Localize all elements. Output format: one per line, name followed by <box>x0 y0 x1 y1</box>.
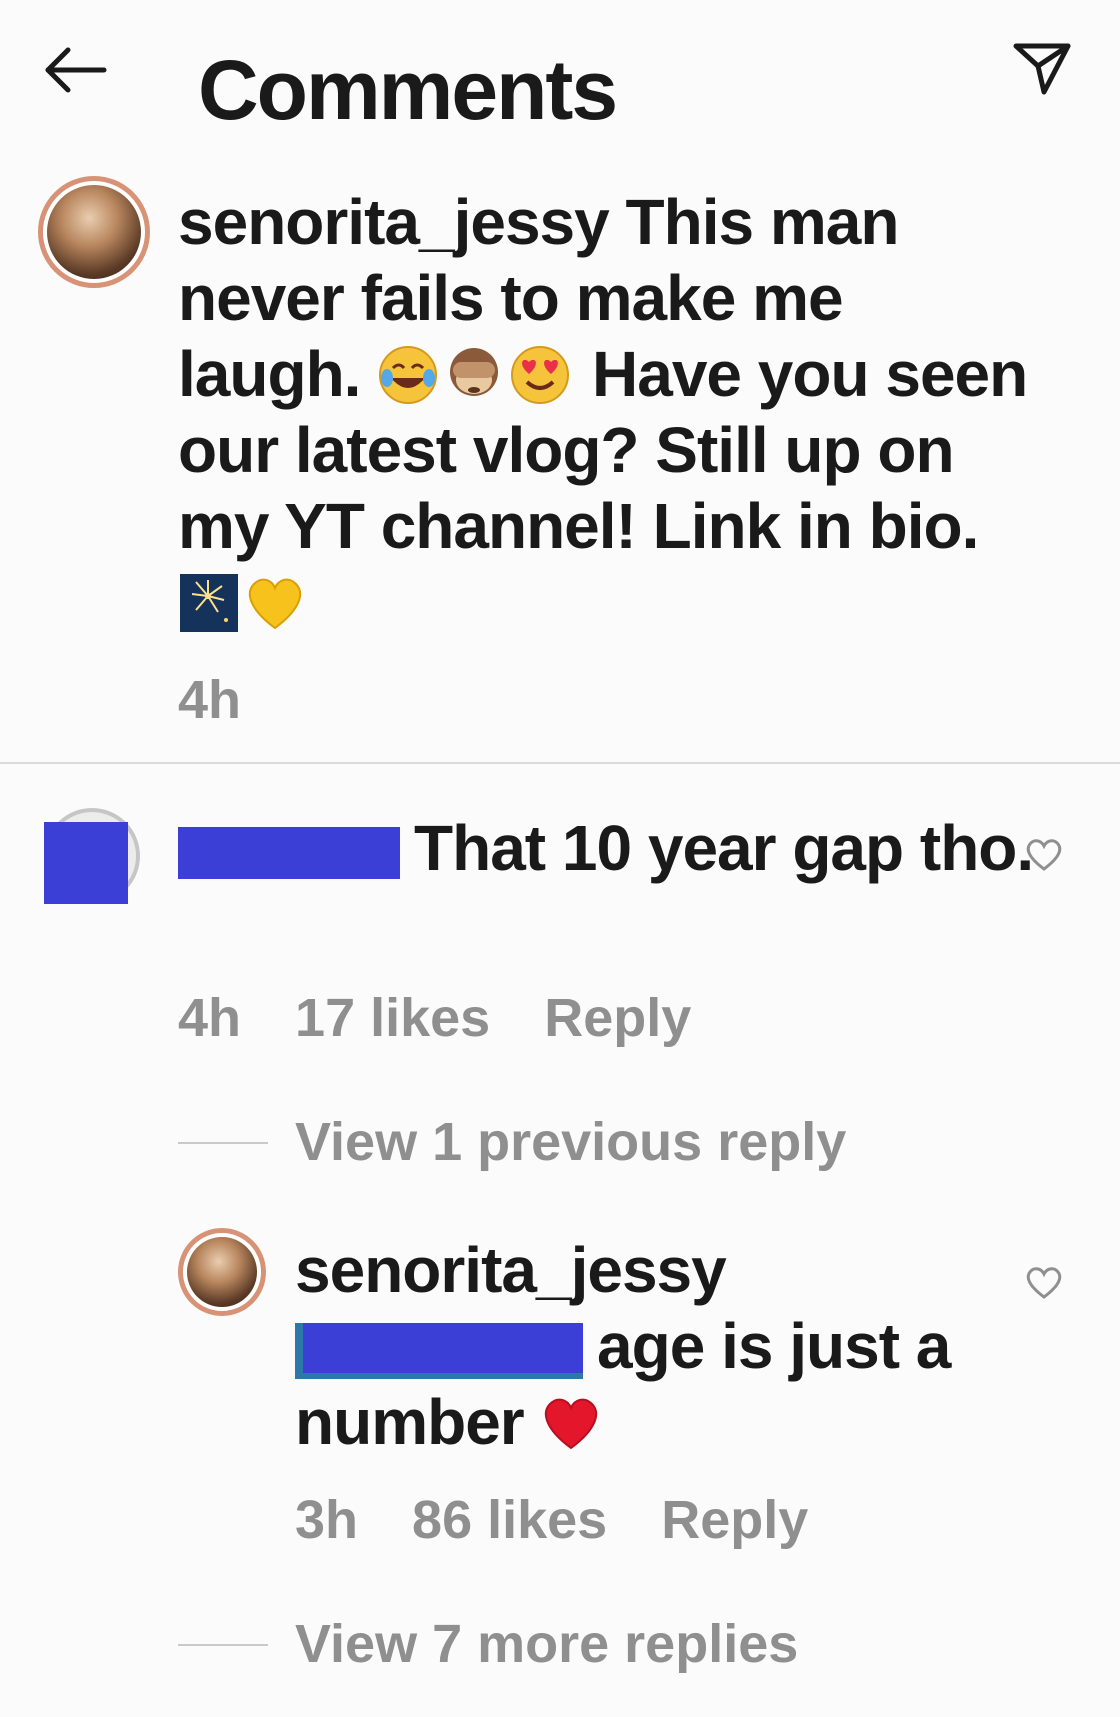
back-arrow-icon[interactable] <box>40 40 110 100</box>
reply-time: 3h <box>295 1490 359 1550</box>
comment-likes[interactable]: 17 likes <box>295 988 490 1048</box>
reply-username[interactable]: senorita_jessy <box>295 1234 727 1306</box>
view-previous-replies-button[interactable]: View 1 previous reply <box>295 1110 846 1174</box>
view-more-replies-button[interactable]: View 7 more replies <box>295 1612 798 1676</box>
reply-button[interactable]: Reply <box>544 988 691 1048</box>
heart-icon[interactable] <box>1024 1264 1064 1300</box>
reply-likes[interactable]: 86 likes <box>412 1490 607 1550</box>
red-heart-icon <box>545 1398 598 1450</box>
avatar[interactable] <box>178 1228 266 1316</box>
divider <box>0 762 1120 764</box>
comment-text: That 10 year gap tho. <box>178 810 1038 886</box>
paper-plane-icon[interactable] <box>1010 36 1074 100</box>
caption-username[interactable]: senorita_jessy <box>178 186 610 258</box>
avatar[interactable] <box>38 176 150 288</box>
redaction-block <box>44 822 128 904</box>
comment-meta: 4h 17 likes Reply <box>178 986 745 1050</box>
caption-text: senorita_jessy This man never fails to m… <box>178 184 1038 640</box>
see-no-evil-monkey-icon <box>450 348 499 396</box>
yellow-heart-icon <box>249 578 301 630</box>
comment-body: That 10 year gap tho. <box>414 812 1034 884</box>
reply-meta: 3h 86 likes Reply <box>295 1488 862 1552</box>
fireworks-icon <box>180 574 238 632</box>
heart-icon[interactable] <box>1024 836 1064 872</box>
heart-eyes-icon <box>511 346 570 404</box>
page-title: Comments <box>198 43 618 137</box>
redacted-mention <box>295 1323 583 1380</box>
tears-of-joy-icon <box>379 346 438 404</box>
caption-meta: 4h <box>178 668 295 732</box>
avatar-photo <box>47 185 141 279</box>
replies-line <box>178 1142 268 1144</box>
replies-line <box>178 1644 268 1646</box>
avatar-photo <box>187 1237 257 1307</box>
redacted-username <box>178 827 400 880</box>
caption-time: 4h <box>178 670 242 730</box>
comment-time: 4h <box>178 988 242 1048</box>
reply-text: senorita_jessy age is just a number <box>295 1232 1035 1460</box>
reply-button[interactable]: Reply <box>661 1490 808 1550</box>
